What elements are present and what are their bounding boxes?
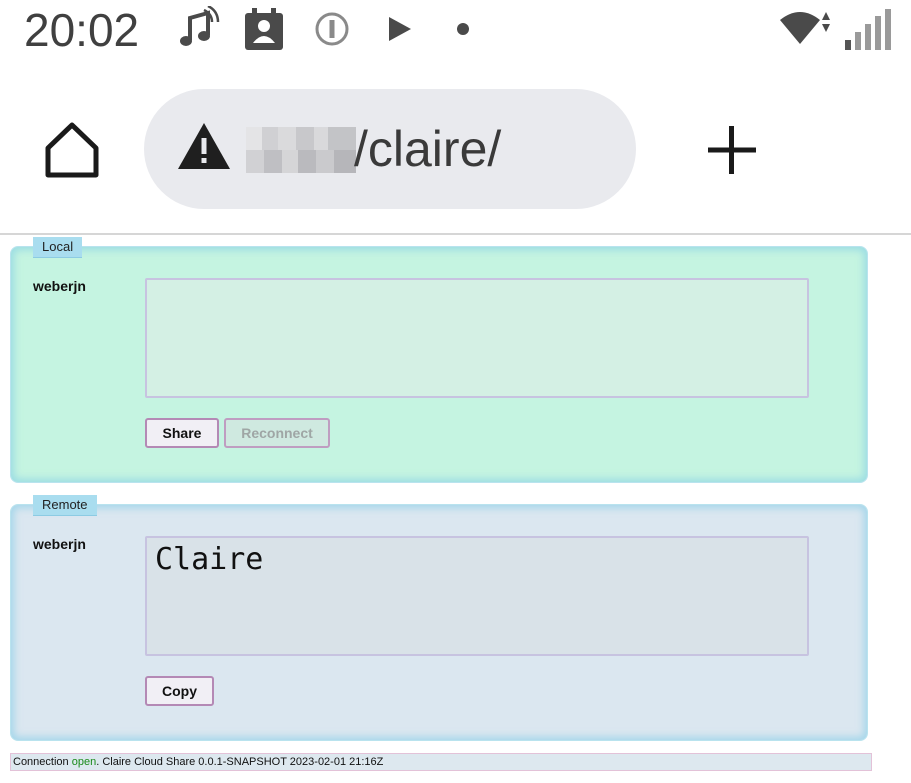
status-bar: 20:02: [0, 0, 911, 64]
cell-signal-icon: [842, 6, 898, 52]
connection-status-line: Connection open. Claire Cloud Share 0.0.…: [10, 753, 872, 771]
wifi-icon: [778, 6, 836, 52]
remote-panel: Remote weberjn Claire Copy: [10, 495, 868, 741]
home-button[interactable]: [42, 120, 102, 180]
share-button[interactable]: Share: [145, 418, 219, 448]
warning-triangle-icon[interactable]: [176, 121, 232, 171]
reconnect-button[interactable]: Reconnect: [224, 418, 330, 448]
music-note-icon: [176, 4, 220, 52]
browser-toolbar: /claire/: [0, 64, 911, 234]
local-panel: Local weberjn Share Reconnect: [10, 237, 868, 483]
dot-icon: [441, 6, 485, 52]
remote-text-output[interactable]: Claire: [145, 536, 809, 656]
remote-user-label: weberjn: [33, 536, 86, 552]
copy-button[interactable]: Copy: [145, 676, 214, 706]
info-circle-icon: [310, 6, 354, 52]
toolbar-divider: [0, 233, 911, 235]
remote-legend: Remote: [33, 495, 97, 516]
local-user-label: weberjn: [33, 278, 86, 294]
address-bar[interactable]: /claire/: [144, 89, 636, 209]
plus-icon: [708, 126, 756, 174]
status-time: 20:02: [24, 4, 140, 56]
status-suffix: . Claire Cloud Share 0.0.1-SNAPSHOT 2023…: [96, 756, 384, 768]
new-tab-button[interactable]: [704, 122, 760, 178]
contact-card-icon: [242, 6, 286, 52]
home-icon: [45, 122, 99, 178]
play-icon: [378, 6, 422, 52]
connection-state: open: [71, 756, 97, 768]
url-host-redacted: [246, 127, 356, 173]
url-path: /claire/: [354, 121, 502, 177]
status-prefix: Connection: [13, 756, 72, 768]
local-text-input[interactable]: [145, 278, 809, 398]
local-legend: Local: [33, 237, 83, 258]
